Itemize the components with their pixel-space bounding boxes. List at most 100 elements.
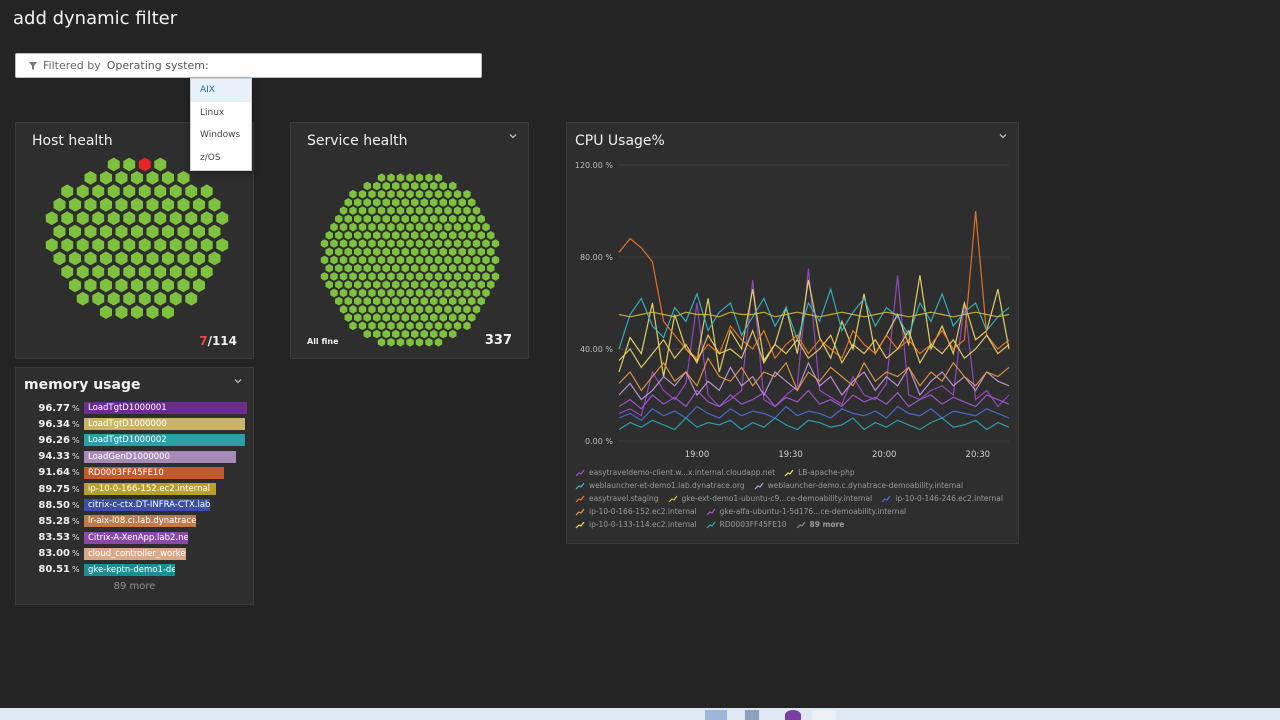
service-cell[interactable] <box>453 305 462 314</box>
host-cell[interactable] <box>177 171 190 185</box>
service-cell[interactable] <box>444 305 452 314</box>
host-cell[interactable] <box>185 238 198 252</box>
host-cell[interactable] <box>100 278 112 293</box>
service-cell[interactable] <box>320 255 329 265</box>
service-cell[interactable] <box>415 206 424 215</box>
service-cell[interactable] <box>377 206 386 215</box>
service-cell[interactable] <box>444 222 452 232</box>
service-cell[interactable] <box>434 338 443 347</box>
host-cell[interactable] <box>100 197 112 212</box>
service-cell[interactable] <box>392 329 400 339</box>
service-cell[interactable] <box>373 214 381 224</box>
service-cell[interactable] <box>392 247 400 257</box>
host-cell[interactable] <box>146 251 159 266</box>
service-cell[interactable] <box>387 272 395 281</box>
service-cell[interactable] <box>463 272 471 281</box>
host-cell[interactable] <box>107 238 120 252</box>
service-cell[interactable] <box>339 272 348 281</box>
host-cell[interactable] <box>185 264 198 279</box>
service-cell[interactable] <box>444 321 452 331</box>
service-cell[interactable] <box>368 288 376 298</box>
service-cell[interactable] <box>339 222 348 232</box>
service-cell[interactable] <box>411 198 419 207</box>
memory-bar[interactable]: cloud_controller_worker/5989d69... <box>84 547 186 560</box>
service-cell[interactable] <box>420 181 429 191</box>
memory-bar[interactable]: gke-keptn-demo1-demo-1-e5b83... <box>84 563 175 576</box>
host-cell[interactable] <box>115 197 128 212</box>
service-cell[interactable] <box>434 255 443 265</box>
service-cell[interactable] <box>458 296 467 306</box>
service-cell[interactable] <box>401 263 410 273</box>
service-cell[interactable] <box>406 338 414 347</box>
service-cell[interactable] <box>363 296 372 306</box>
service-cell[interactable] <box>349 321 357 331</box>
service-cell[interactable] <box>472 255 481 265</box>
service-cell[interactable] <box>449 313 457 322</box>
service-cell[interactable] <box>406 222 414 232</box>
service-cell[interactable] <box>396 239 405 248</box>
service-cell[interactable] <box>449 280 457 289</box>
host-cell[interactable] <box>138 184 151 199</box>
service-cell[interactable] <box>444 239 452 248</box>
service-health-tile[interactable]: Service health All fine 337 <box>290 122 529 359</box>
service-cell[interactable] <box>420 313 429 322</box>
service-cell[interactable] <box>396 321 405 331</box>
service-cell[interactable] <box>401 313 410 322</box>
service-cell[interactable] <box>430 296 438 306</box>
host-cell[interactable] <box>177 251 190 266</box>
service-cell[interactable] <box>477 231 486 240</box>
service-cell[interactable] <box>344 313 353 322</box>
host-cell[interactable] <box>216 211 229 226</box>
service-cell[interactable] <box>349 305 357 314</box>
service-cell[interactable] <box>434 173 443 182</box>
service-cell[interactable] <box>463 255 471 265</box>
service-honeycomb[interactable] <box>291 123 528 358</box>
service-cell[interactable] <box>430 313 438 322</box>
service-cell[interactable] <box>420 280 429 289</box>
service-cell[interactable] <box>382 263 391 273</box>
cpu-chart[interactable]: 120.00 % 80.00 % 40.00 % 0.00 % 19:00 19:30 20… <box>567 123 1018 463</box>
legend-item[interactable]: easytravel.staging <box>575 494 659 503</box>
host-cell[interactable] <box>123 238 136 252</box>
memory-row[interactable]: 80.51% gke-keptn-demo1-demo-1-e5b83... <box>26 562 247 578</box>
service-cell[interactable] <box>420 296 429 306</box>
service-cell[interactable] <box>358 288 367 298</box>
host-cell[interactable] <box>92 264 105 279</box>
host-cell[interactable] <box>53 251 66 266</box>
host-cell[interactable] <box>131 251 143 266</box>
service-cell[interactable] <box>373 231 381 240</box>
host-cell[interactable] <box>208 224 221 239</box>
series-line[interactable] <box>618 287 1010 350</box>
host-cell[interactable] <box>53 197 66 212</box>
host-cell[interactable] <box>131 224 143 239</box>
service-cell[interactable] <box>434 288 443 298</box>
host-cell[interactable] <box>100 171 112 185</box>
host-cell[interactable] <box>208 251 221 266</box>
service-cell[interactable] <box>392 296 400 306</box>
host-cell[interactable] <box>146 224 159 239</box>
service-cell[interactable] <box>392 214 400 224</box>
service-cell[interactable] <box>415 305 424 314</box>
host-cell[interactable] <box>100 224 112 239</box>
host-cell[interactable] <box>138 264 151 279</box>
service-cell[interactable] <box>425 239 433 248</box>
service-cell[interactable] <box>463 206 471 215</box>
dropdown-option-linux[interactable]: Linux <box>191 102 251 125</box>
service-cell[interactable] <box>411 280 419 289</box>
service-cell[interactable] <box>363 231 372 240</box>
legend-item[interactable]: weblauncher-demo.c.dynatrace-demoability… <box>754 481 963 490</box>
service-cell[interactable] <box>330 255 338 265</box>
service-cell[interactable] <box>387 173 395 182</box>
service-cell[interactable] <box>330 239 338 248</box>
service-cell[interactable] <box>358 321 367 331</box>
memory-bar[interactable]: ip-10-0-166-152.ec2.internal <box>84 483 216 496</box>
host-cell[interactable] <box>200 238 213 252</box>
service-cell[interactable] <box>458 214 467 224</box>
memory-more-link[interactable]: 89 more <box>16 581 253 592</box>
service-cell[interactable] <box>373 181 381 191</box>
host-cell[interactable] <box>45 211 58 226</box>
service-cell[interactable] <box>339 206 348 215</box>
host-cell[interactable] <box>107 211 120 226</box>
service-cell[interactable] <box>354 198 362 207</box>
service-cell[interactable] <box>325 280 334 289</box>
